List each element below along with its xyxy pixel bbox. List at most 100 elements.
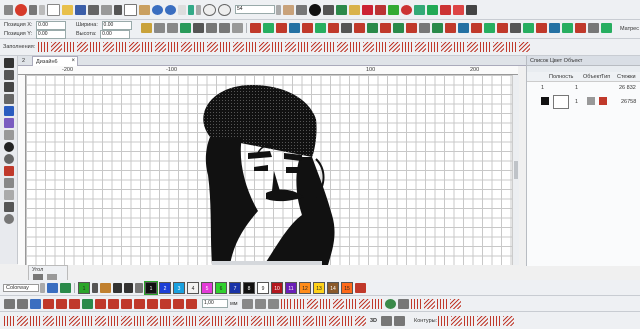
knife-tool-icon[interactable] — [3, 178, 14, 188]
fill-extra-icon[interactable] — [506, 42, 518, 52]
contour-style-4-icon[interactable] — [477, 315, 489, 326]
view-icon[interactable] — [381, 315, 393, 326]
contour-15-icon[interactable] — [186, 315, 197, 326]
line-pattern-7-icon[interactable] — [358, 298, 370, 309]
fill-pattern-21-icon[interactable] — [510, 23, 521, 33]
palette-swatch[interactable]: 4 — [187, 281, 199, 294]
shirt-icon[interactable] — [427, 4, 438, 15]
satin-small-icon[interactable] — [56, 298, 67, 309]
fill-pattern-28-icon[interactable] — [601, 23, 612, 33]
fill-stipple-icon[interactable] — [389, 42, 401, 52]
palette-swatch[interactable]: 5 — [201, 281, 213, 294]
fill-pattern-10-icon[interactable] — [367, 23, 378, 33]
fill-fan-icon[interactable] — [350, 42, 362, 52]
app-logo-icon[interactable] — [15, 3, 27, 16]
fill-cross-stitch-icon[interactable] — [259, 42, 271, 52]
contour-21-icon[interactable] — [264, 315, 275, 326]
stitch-edit-icon[interactable] — [3, 130, 14, 140]
fill-spiral-icon[interactable] — [142, 42, 154, 52]
line-pattern-2-icon[interactable] — [293, 298, 305, 309]
contour-16-icon[interactable] — [199, 315, 210, 326]
col-header[interactable]: Тип — [601, 74, 610, 80]
line-pattern-8-icon[interactable] — [371, 298, 383, 309]
pencil-tool-icon[interactable] — [3, 94, 14, 104]
fill-diamond-icon[interactable] — [103, 42, 115, 52]
fill-contour-icon[interactable] — [155, 42, 167, 52]
fill-chenille-icon[interactable] — [324, 42, 336, 52]
fill-cross-icon[interactable] — [77, 42, 89, 52]
contour-28-icon[interactable] — [355, 315, 366, 326]
contour-27-icon[interactable] — [342, 315, 353, 326]
gradient-style-icon[interactable] — [267, 298, 279, 309]
fill-curve-icon[interactable] — [376, 42, 388, 52]
fill-edge-icon[interactable] — [493, 42, 505, 52]
zoom-select[interactable]: 54 — [235, 5, 275, 14]
fill-photo-icon[interactable] — [285, 42, 297, 52]
thread-icon[interactable] — [60, 282, 71, 293]
fill-star-icon[interactable] — [272, 42, 284, 52]
contour-20-icon[interactable] — [251, 315, 262, 326]
contour-12-icon[interactable] — [147, 315, 158, 326]
fill-pattern-20-icon[interactable] — [497, 23, 508, 33]
palette-swatch[interactable]: 1 — [144, 280, 158, 295]
copy-icon[interactable] — [124, 3, 137, 16]
fill-pattern-5-icon[interactable] — [302, 23, 313, 33]
horizontal-scroll-bar[interactable] — [212, 261, 322, 265]
node-icon[interactable] — [43, 298, 54, 309]
colorway-dropdown-icon[interactable] — [40, 282, 45, 293]
col-header[interactable]: Полность — [549, 74, 573, 80]
export-icon[interactable] — [101, 4, 112, 15]
fill-pattern-2-icon[interactable] — [263, 23, 274, 33]
paste-icon[interactable] — [139, 4, 150, 15]
contour-19-icon[interactable] — [238, 315, 249, 326]
angle-panel-tab[interactable]: Угол — [32, 267, 43, 273]
zoom-in-icon[interactable] — [203, 3, 216, 16]
remove-color-icon[interactable] — [124, 282, 133, 293]
zoom-dropdown-icon[interactable] — [276, 4, 281, 15]
run-icon[interactable] — [466, 4, 477, 15]
line-pattern-9-icon[interactable] — [410, 298, 422, 309]
palette-swatch[interactable]: 12 — [299, 281, 311, 294]
motif-small-icon[interactable] — [82, 298, 93, 309]
arrange-icon[interactable] — [219, 23, 230, 33]
contour-26-icon[interactable] — [329, 315, 340, 326]
auto-trace-icon[interactable] — [4, 298, 15, 309]
info-icon[interactable] — [309, 3, 321, 16]
palette-swatch[interactable]: 9 — [257, 281, 269, 294]
contour-11-icon[interactable] — [134, 315, 145, 326]
fill-pattern-22-icon[interactable] — [523, 23, 534, 33]
width-input[interactable]: 0.00 — [101, 21, 132, 30]
realistic-view-icon[interactable] — [394, 315, 406, 326]
wave-small-icon[interactable] — [95, 298, 106, 309]
contour-style-1-icon[interactable] — [438, 315, 450, 326]
palette-swatch[interactable]: 7 — [229, 281, 241, 294]
col-header[interactable]: Объект — [583, 74, 602, 80]
hand-icon[interactable] — [283, 4, 294, 15]
hat-icon[interactable] — [414, 4, 425, 15]
palette-icon[interactable] — [47, 282, 58, 293]
reshape-tool-icon[interactable] — [3, 70, 14, 80]
fill-pattern-15-icon[interactable] — [432, 23, 443, 33]
fill-brick-icon[interactable] — [181, 42, 193, 52]
satin-icon[interactable] — [453, 4, 464, 15]
contour-style-3-icon[interactable] — [464, 315, 476, 326]
contour-6-icon[interactable] — [69, 315, 80, 326]
size-input[interactable]: 1,00 — [202, 299, 228, 308]
eyedropper-icon[interactable] — [92, 282, 98, 293]
design-canvas[interactable] — [26, 75, 512, 265]
fill-tatami-icon[interactable] — [51, 42, 63, 52]
eyedropper-icon[interactable] — [188, 4, 194, 15]
rotate-icon[interactable] — [180, 23, 191, 33]
pos-x-input[interactable]: 0.00 — [36, 21, 67, 30]
contour-7-icon[interactable] — [82, 315, 93, 326]
fill-knit-icon[interactable] — [454, 42, 466, 52]
fill-applique-icon[interactable] — [220, 42, 232, 52]
palette-swatch[interactable]: 13 — [313, 281, 325, 294]
border-style-icon[interactable] — [254, 298, 266, 309]
fill-bean-icon[interactable] — [194, 42, 206, 52]
fill-program-icon[interactable] — [168, 42, 180, 52]
fill-pattern-16-icon[interactable] — [445, 23, 456, 33]
fill-pattern-11-icon[interactable] — [380, 23, 391, 33]
hoop-small-icon[interactable] — [397, 298, 409, 309]
line-pattern-11-icon[interactable] — [436, 298, 448, 309]
